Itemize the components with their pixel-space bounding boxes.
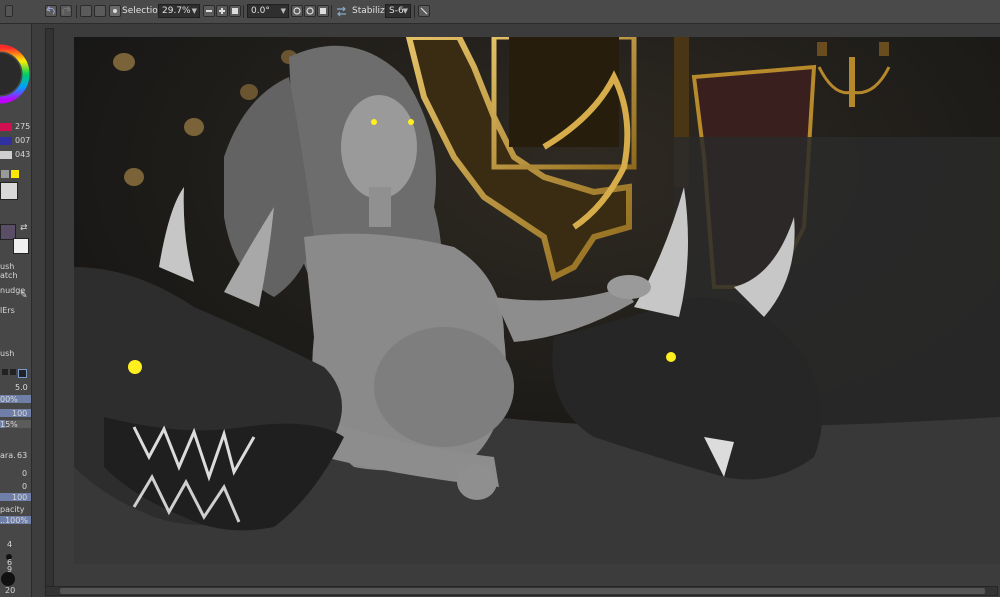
zero-value-b: 0 [22, 482, 28, 491]
rotation-value: 0.0° [251, 6, 270, 16]
zoom-value: 29.7% [162, 6, 191, 16]
horizontal-scrollbar[interactable] [45, 586, 998, 596]
rotate-left-icon[interactable] [291, 5, 303, 17]
chevron-down-icon: ▼ [402, 7, 408, 15]
left-panel: 275 007 043 ⇄ ush atch nudge ✎ lErs ush … [0, 24, 31, 597]
vertical-scrollbar[interactable] [45, 28, 54, 588]
stabilizer-value: S-6 [389, 6, 404, 16]
brush-tip-2[interactable] [10, 369, 16, 375]
ara-label: ara. [0, 451, 16, 460]
redo-icon[interactable] [60, 5, 72, 17]
stabilizer-field[interactable]: S-6 ▼ [385, 4, 411, 18]
blue-slider[interactable] [0, 151, 12, 159]
red-slider[interactable] [0, 123, 12, 131]
dot-size-4[interactable]: 20 [5, 586, 15, 595]
panel-splitter[interactable] [31, 24, 42, 597]
opacity-label: pacity [0, 505, 25, 514]
zoom-fit-icon[interactable] [229, 5, 241, 17]
toolbar-grip [5, 5, 13, 17]
red-value: 275 [15, 122, 31, 131]
texture-grid[interactable] [0, 182, 18, 200]
ara-value: 63 [17, 451, 28, 460]
invert-selection-icon[interactable] [94, 5, 106, 17]
eyedropper-icon: ✎ [20, 291, 28, 301]
top-toolbar: Selection 29.7% ▼ 0.0° ▼ Stabilizer S-6 ▼ [0, 0, 1000, 24]
zero-value-a: 0 [22, 469, 28, 478]
swatch-gray[interactable] [1, 170, 9, 178]
chevron-down-icon: ▼ [280, 7, 286, 15]
rotate-right-icon[interactable] [304, 5, 316, 17]
green-slider[interactable] [0, 137, 12, 145]
value-100b: 100 [12, 493, 28, 502]
dot-preview-20[interactable] [1, 572, 15, 586]
percent-value-2: 15% [0, 420, 18, 429]
brush-tip-3[interactable] [18, 369, 27, 378]
brush-label-4[interactable]: lErs [0, 306, 15, 315]
stabilizer-icon[interactable] [335, 5, 347, 17]
swatch-yellow[interactable] [11, 170, 19, 178]
undo-icon[interactable] [45, 5, 57, 17]
brush-label-5[interactable]: ush [0, 349, 14, 358]
zoom-in-icon[interactable] [216, 5, 228, 17]
artwork-illustration [74, 37, 1000, 564]
secondary-color-swatch[interactable] [13, 238, 29, 254]
swap-icon[interactable]: ⇄ [20, 224, 28, 233]
size-value: 5.0 [15, 383, 28, 392]
deselect-icon[interactable] [80, 5, 92, 17]
pen-icon[interactable] [418, 5, 430, 17]
brush-label-1[interactable]: ush [0, 262, 14, 271]
blue-value: 043 [15, 150, 31, 159]
dot-size-1[interactable]: 4 [7, 540, 12, 549]
chevron-down-icon: ▼ [191, 7, 197, 15]
percent-value-1: 00% [0, 395, 18, 404]
brush-label-2[interactable]: atch [0, 271, 18, 280]
zoom-field[interactable]: 29.7% ▼ [158, 4, 200, 18]
rotation-field[interactable]: 0.0° ▼ [247, 4, 289, 18]
selection-icon[interactable] [109, 5, 121, 17]
color-wheel[interactable] [0, 24, 31, 124]
value-100a: 100 [12, 409, 28, 418]
zoom-out-icon[interactable] [203, 5, 215, 17]
opacity-value: ..100% [0, 516, 28, 525]
horizontal-scroll-thumb[interactable] [60, 588, 985, 594]
brush-tip-1[interactable] [2, 369, 8, 375]
rotate-reset-icon[interactable] [317, 5, 329, 17]
canvas-artwork[interactable] [74, 37, 1000, 564]
green-value: 007 [15, 136, 31, 145]
